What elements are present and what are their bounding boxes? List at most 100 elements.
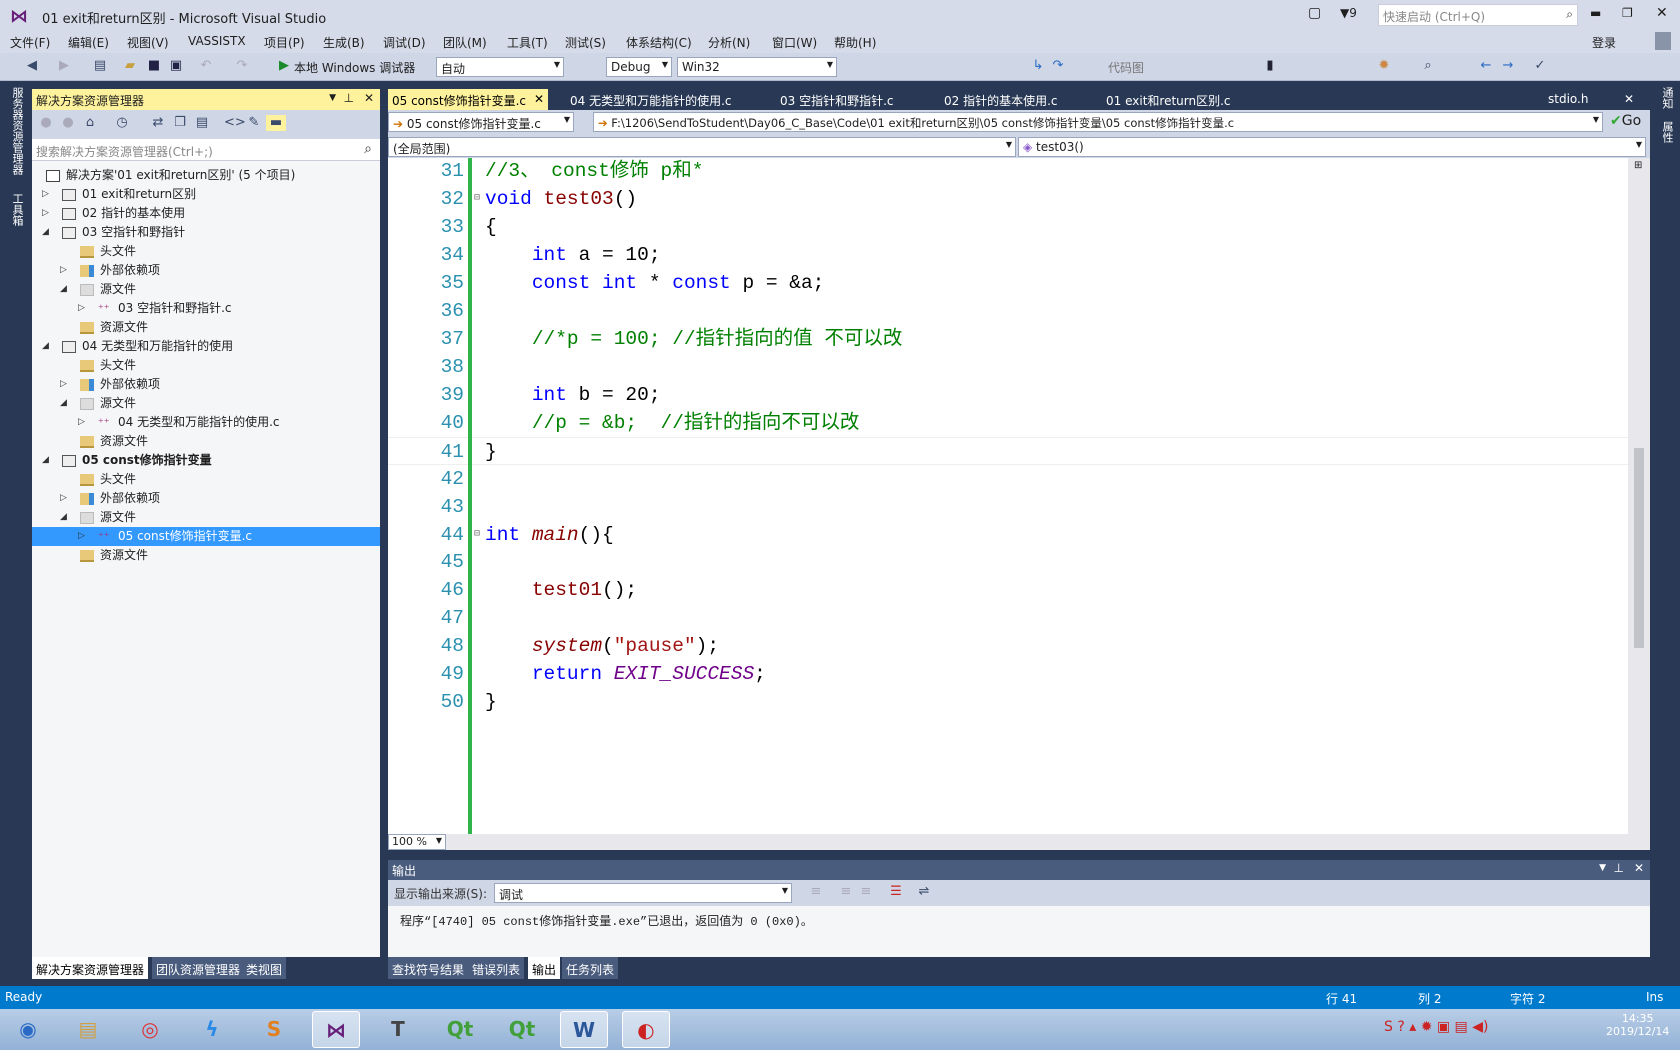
notifications-tab[interactable]: 通知 xyxy=(1659,87,1675,109)
close-button[interactable]: ✕ xyxy=(1656,5,1668,21)
menu-debug[interactable]: 调试(D) xyxy=(383,34,426,51)
code-line[interactable]: 41} xyxy=(388,436,1628,465)
back-icon[interactable]: ◀ xyxy=(24,58,40,74)
output-source-combo[interactable]: 调试 ▼ xyxy=(494,883,792,903)
goto-message-icon[interactable]: ≡ xyxy=(808,884,824,900)
tab-error-list[interactable]: 错误列表 xyxy=(468,957,525,979)
platform-combo[interactable]: Win32 ▼ xyxy=(677,57,837,77)
collapse-icon[interactable]: ◢ xyxy=(42,451,52,470)
save-icon[interactable]: ■ xyxy=(146,58,162,74)
code-line[interactable]: 33 { xyxy=(388,213,1628,241)
tree-item[interactable]: ◢ 05 const修饰指针变量 xyxy=(32,451,380,470)
code-line[interactable]: 40 //p = &b; //指针的指向不可以改 xyxy=(388,409,1628,437)
tray-icons[interactable]: S ? ▴ ✹ ▣ ▤ ◀) xyxy=(1384,1019,1488,1035)
sublime-icon[interactable]: S xyxy=(250,1011,298,1048)
restore-button[interactable]: ❐ xyxy=(1622,6,1633,20)
collapse-icon[interactable]: ◢ xyxy=(60,280,70,299)
properties-icon[interactable]: ✎ xyxy=(246,115,262,131)
qt-creator-icon[interactable]: Qt xyxy=(436,1011,484,1048)
view-code-icon[interactable]: <> xyxy=(224,115,246,131)
visual-studio-icon[interactable]: ⋈ xyxy=(312,1011,360,1048)
home-icon[interactable]: ⌂ xyxy=(82,115,98,131)
code-line[interactable]: 46 test01(); xyxy=(388,576,1628,604)
server-explorer-tab[interactable]: 服务器资源管理器 xyxy=(9,87,25,175)
dropdown-icon[interactable]: ▼ xyxy=(1599,863,1606,873)
go-button[interactable]: ✔Go xyxy=(1610,113,1641,129)
tree-item[interactable]: ▷ 02 指针的基本使用 xyxy=(32,204,380,223)
pin-icon[interactable]: ⊥ xyxy=(1614,861,1624,875)
code-line[interactable]: 35 const int * const p = &a; xyxy=(388,269,1628,297)
expand-icon[interactable]: ▷ xyxy=(78,413,88,432)
close-icon[interactable]: ✕ xyxy=(1620,89,1638,110)
tab-team-explorer[interactable]: 团队资源管理器 xyxy=(152,957,245,979)
tree-item[interactable]: ◢ 源文件 xyxy=(32,394,380,413)
code-line[interactable]: 34 int a = 10; xyxy=(388,241,1628,269)
tree-item[interactable]: 资源文件 xyxy=(32,318,380,337)
tree-item[interactable]: ◢ 03 空指针和野指针 xyxy=(32,223,380,242)
menu-view[interactable]: 视图(V) xyxy=(127,34,169,51)
tree-item[interactable]: 解决方案'01 exit和return区别' (5 个项目) xyxy=(32,166,380,185)
file-combo[interactable]: ➔ 05 const修饰指针变量.c ▼ xyxy=(388,112,574,132)
menu-window[interactable]: 窗口(W) xyxy=(772,34,817,51)
toolbox-tab[interactable]: 工具箱 xyxy=(9,193,25,226)
tab-solution-explorer[interactable]: 解决方案资源管理器 xyxy=(32,957,149,979)
undo-icon[interactable]: ↶ xyxy=(198,58,214,74)
tree-item[interactable]: 资源文件 xyxy=(32,432,380,451)
code-editor[interactable]: 31//3、 const修饰 p和* 32 ⊟ void test03() 33{34 … xyxy=(388,158,1650,834)
zoom-combo[interactable]: 100 % ▼ xyxy=(388,834,446,850)
vassist-icon[interactable]: ✹ xyxy=(1376,58,1392,74)
code-line[interactable]: 39 int b = 20; xyxy=(388,381,1628,409)
tree-item[interactable]: 资源文件 xyxy=(32,546,380,565)
tab-02[interactable]: 02 指针的基本使用.c xyxy=(940,89,1062,110)
preview-icon[interactable]: ▬ xyxy=(266,115,286,131)
tab-class-view[interactable]: 类视图 xyxy=(242,957,287,979)
tab-find-symbol-results[interactable]: 查找符号结果 xyxy=(388,957,469,979)
thunder-icon[interactable]: ϟ xyxy=(188,1011,236,1048)
properties-tab[interactable]: 属性 xyxy=(1659,121,1675,143)
tree-item[interactable]: ▷ ⁺⁺ 03 空指针和野指针.c xyxy=(32,299,380,318)
config-combo[interactable]: Debug ▼ xyxy=(606,57,672,77)
scroll-thumb[interactable] xyxy=(1634,448,1644,648)
code-line[interactable]: 36 xyxy=(388,297,1628,325)
start-debug-button[interactable]: 本地 Windows 调试器 xyxy=(294,59,415,76)
history-icon[interactable]: ◷ xyxy=(114,115,130,131)
split-icon[interactable]: ⊞ xyxy=(1634,160,1642,171)
fold-icon[interactable]: ⊟ xyxy=(474,185,480,213)
tree-item[interactable]: ▷ ⁺⁺ 04 无类型和万能指针的使用.c xyxy=(32,413,380,432)
solution-search-input[interactable]: 搜索解决方案资源管理器(Ctrl+;) ⌕ xyxy=(32,139,380,161)
code-line[interactable]: 49 return EXIT_SUCCESS; xyxy=(388,660,1628,688)
menu-file[interactable]: 文件(F) xyxy=(10,34,50,51)
tab-task-list[interactable]: 任务列表 xyxy=(562,957,619,979)
expand-icon[interactable]: ▷ xyxy=(78,299,88,318)
close-icon[interactable]: ✕ xyxy=(364,91,374,105)
code-line[interactable]: 48 system("pause"); xyxy=(388,632,1628,660)
menu-tools[interactable]: 工具(T) xyxy=(507,34,548,51)
sync-icon[interactable]: ⇄ xyxy=(150,115,166,131)
tree-item[interactable]: ▷ 外部依赖项 xyxy=(32,375,380,394)
spell-check-icon[interactable]: ✓ xyxy=(1532,58,1548,74)
code-line[interactable]: 50} xyxy=(388,688,1628,716)
account-icon[interactable] xyxy=(1655,32,1671,50)
menu-help[interactable]: 帮助(H) xyxy=(834,34,876,51)
remote-app-icon[interactable]: ◐ xyxy=(622,1011,670,1048)
tree-item[interactable]: ▷ 外部依赖项 xyxy=(32,489,380,508)
solution-config-combo[interactable]: 自动 ▼ xyxy=(436,57,564,77)
menu-architecture[interactable]: 体系结构(C) xyxy=(626,34,692,51)
collapse-icon[interactable]: ◢ xyxy=(60,508,70,527)
tree-item[interactable]: ◢ 源文件 xyxy=(32,508,380,527)
code-line[interactable]: 38 xyxy=(388,353,1628,381)
expand-icon[interactable]: ▷ xyxy=(42,204,52,223)
forward-icon[interactable]: ● xyxy=(60,115,76,131)
code-line[interactable]: 45 xyxy=(388,548,1628,576)
menu-analyze[interactable]: 分析(N) xyxy=(708,34,750,51)
notification-flag[interactable]: ▼9 xyxy=(1340,6,1357,20)
tree-item[interactable]: ▷ 外部依赖项 xyxy=(32,261,380,280)
tab-stdio-preview[interactable]: stdio.h xyxy=(1544,89,1592,110)
code-map-button[interactable]: 代码图 xyxy=(1108,59,1144,76)
tab-03[interactable]: 03 空指针和野指针.c xyxy=(776,89,898,110)
fold-icon[interactable]: ⊟ xyxy=(474,521,480,549)
show-all-files-icon[interactable]: ▤ xyxy=(194,115,210,131)
minimize-button[interactable]: ▬ xyxy=(1590,6,1601,20)
tab-04[interactable]: 04 无类型和万能指针的使用.c xyxy=(566,89,736,110)
expand-icon[interactable]: ▷ xyxy=(60,261,70,280)
